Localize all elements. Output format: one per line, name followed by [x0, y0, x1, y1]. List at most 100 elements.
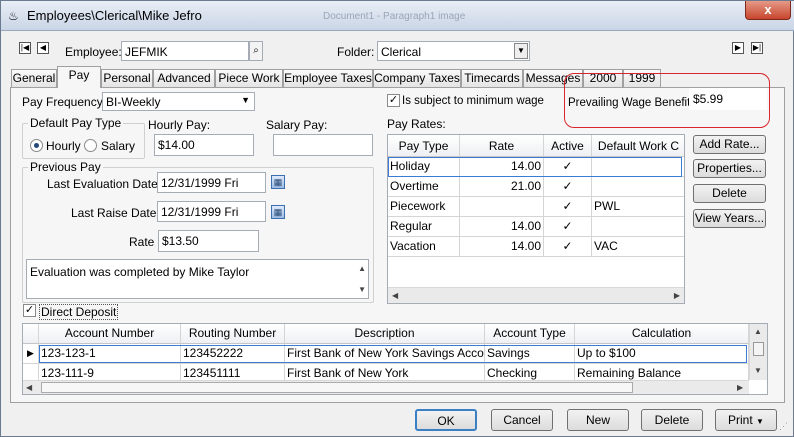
previous-record-icon[interactable]: ◀: [37, 42, 49, 54]
background-window-title: Document1 - Paragraph1 image: [323, 11, 466, 22]
rate-field[interactable]: $13.50: [158, 230, 259, 252]
column-header[interactable]: Routing Number: [181, 324, 285, 344]
table-row[interactable]: Vacation 14.00 ✓ VAC: [388, 237, 684, 257]
last-raise-field[interactable]: 12/31/1999 Fri: [157, 201, 266, 222]
table-row[interactable]: ▶ 123-123-1 123452222 First Bank of New …: [23, 344, 749, 364]
print-button-label: Print: [728, 413, 753, 427]
resize-grip-icon[interactable]: ⋰: [779, 421, 791, 433]
salary-radio[interactable]: [84, 139, 97, 152]
column-header[interactable]: Description: [285, 324, 485, 344]
table-row[interactable]: Holiday 14.00 ✓: [388, 157, 684, 177]
active-check-icon: ✓: [544, 237, 592, 257]
pay-frequency-value: BI-Weekly: [106, 95, 161, 109]
horizontal-scrollbar[interactable]: ◀ ▶: [388, 287, 684, 303]
column-header[interactable]: Calculation: [575, 324, 749, 344]
properties-button[interactable]: Properties...: [693, 159, 766, 178]
cancel-button[interactable]: Cancel: [491, 409, 553, 431]
min-wage-checkbox[interactable]: ✓: [387, 94, 400, 107]
direct-deposit-grid: Account Number Routing Number Descriptio…: [22, 323, 768, 395]
employee-label: Employee:: [65, 45, 122, 59]
close-button[interactable]: x: [745, 1, 791, 20]
selected-row-outline: [39, 345, 747, 363]
scroll-left-icon[interactable]: ◀: [392, 291, 398, 300]
chevron-down-icon[interactable]: ▼: [514, 43, 528, 59]
scroll-down-icon[interactable]: ▼: [754, 366, 762, 375]
new-button[interactable]: New: [567, 409, 629, 431]
print-button[interactable]: Print ▼: [715, 409, 777, 431]
last-record-icon[interactable]: ▶|: [751, 42, 763, 54]
tab-general[interactable]: General: [11, 69, 57, 87]
hourly-radio[interactable]: [30, 139, 43, 152]
hourly-pay-field[interactable]: $14.00: [154, 134, 254, 156]
table-row[interactable]: Regular 14.00 ✓: [388, 217, 684, 237]
tab-advanced[interactable]: Advanced: [153, 69, 215, 87]
tab-piece-work[interactable]: Piece Work: [215, 69, 283, 87]
calendar-icon[interactable]: ▦: [271, 205, 285, 219]
column-header[interactable]: Active: [544, 135, 592, 157]
delete-button[interactable]: Delete: [641, 409, 703, 431]
pay-frequency-select[interactable]: BI-Weekly ▼: [102, 92, 255, 111]
calendar-icon[interactable]: ▦: [271, 175, 285, 189]
pay-type-cell: Overtime: [388, 177, 460, 197]
pay-frequency-label: Pay Frequency:: [22, 95, 107, 109]
hourly-pay-label: Hourly Pay:: [148, 118, 211, 132]
scroll-right-icon[interactable]: ▶: [674, 291, 680, 300]
tab-personal[interactable]: Personal: [101, 69, 153, 87]
hourly-radio-label: Hourly: [46, 139, 81, 153]
direct-deposit-checkbox[interactable]: ✓: [23, 304, 36, 317]
tab-timecards[interactable]: Timecards: [461, 69, 523, 87]
rate-label: Rate: [129, 235, 155, 249]
scroll-down-icon[interactable]: ▼: [358, 285, 366, 294]
scroll-thumb[interactable]: [41, 382, 633, 393]
column-header[interactable]: Default Work C: [592, 135, 684, 157]
view-years-button[interactable]: View Years...: [693, 209, 766, 228]
column-header[interactable]: Account Number: [39, 324, 181, 344]
employee-search-icon[interactable]: ⌕: [249, 41, 263, 61]
ok-button[interactable]: OK: [415, 409, 477, 431]
work-code-cell: [592, 177, 684, 197]
active-check-icon: ✓: [544, 177, 592, 197]
first-record-icon[interactable]: |◀: [19, 42, 31, 54]
table-row[interactable]: Piecework ✓ PWL: [388, 197, 684, 217]
scroll-left-icon[interactable]: ◀: [26, 383, 32, 392]
column-header[interactable]: Pay Type: [388, 135, 460, 157]
app-icon: ♨: [8, 9, 19, 23]
scroll-up-icon[interactable]: ▲: [358, 264, 366, 273]
column-header[interactable]: Account Type: [485, 324, 575, 344]
selected-row-outline: [388, 157, 682, 177]
work-code-cell: [592, 217, 684, 237]
rate-cell: 14.00: [460, 217, 544, 237]
row-pointer-icon: ▶: [23, 344, 39, 364]
horizontal-scrollbar[interactable]: ◀ ▶: [23, 380, 749, 394]
scroll-up-icon[interactable]: ▲: [754, 327, 762, 336]
chevron-down-icon: ▼: [241, 95, 250, 105]
scroll-right-icon[interactable]: ▶: [737, 383, 743, 392]
table-row[interactable]: Overtime 21.00 ✓: [388, 177, 684, 197]
tab-pay[interactable]: Pay: [57, 66, 101, 88]
pay-rates-grid: Pay Type Rate Active Default Work C Holi…: [387, 134, 685, 304]
salary-radio-label: Salary: [101, 139, 136, 153]
last-raise-label: Last Raise Date:: [71, 206, 160, 220]
default-pay-type-title: Default Pay Type: [28, 116, 124, 130]
tab-company-taxes[interactable]: Company Taxes: [373, 69, 461, 87]
notes-textarea[interactable]: Evaluation was completed by Mike Taylor …: [26, 259, 369, 299]
prevailing-wage-field[interactable]: $5.99: [689, 88, 767, 110]
title-bar[interactable]: ♨ Employees\Clerical\Mike Jefro Document…: [1, 1, 794, 31]
folder-select[interactable]: Clerical ▼: [377, 41, 530, 61]
window-title: Employees\Clerical\Mike Jefro: [27, 8, 202, 23]
next-record-icon[interactable]: ▶: [732, 42, 744, 54]
scroll-thumb[interactable]: [753, 342, 764, 356]
tab-employee-taxes[interactable]: Employee Taxes: [283, 69, 373, 87]
rate-cell: 14.00: [460, 237, 544, 257]
column-header[interactable]: Rate: [460, 135, 544, 157]
add-rate-button[interactable]: Add Rate...: [693, 135, 766, 154]
folder-value: Clerical: [381, 45, 422, 59]
salary-pay-field[interactable]: [273, 134, 373, 156]
vertical-scrollbar[interactable]: ▲ ▼: [749, 324, 767, 380]
delete-rate-button[interactable]: Delete: [693, 184, 766, 203]
previous-pay-title: Previous Pay: [28, 160, 103, 174]
employee-field[interactable]: JEFMIK: [121, 41, 249, 61]
work-code-cell: PWL: [592, 197, 684, 217]
last-evaluation-field[interactable]: 12/31/1999 Fri: [157, 172, 266, 193]
employee-window: ♨ Employees\Clerical\Mike Jefro Document…: [0, 0, 794, 437]
